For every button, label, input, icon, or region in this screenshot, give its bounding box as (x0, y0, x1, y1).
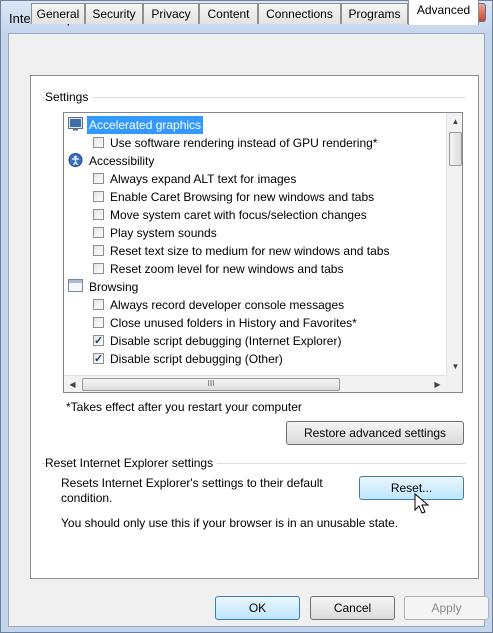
tree-checkbox-record-console-messages[interactable]: Always record developer console messages (68, 296, 346, 314)
tab-connections[interactable]: Connections (258, 3, 341, 24)
tree-label: Move system caret with focus/selection c… (110, 208, 367, 222)
accessibility-icon (68, 153, 83, 167)
tree-checkbox-reset-text-size[interactable]: Reset text size to medium for new window… (68, 242, 391, 260)
tab-general[interactable]: General (31, 3, 85, 24)
tree-checkbox-disable-script-debugging-other[interactable]: Disable script debugging (Other) (68, 350, 285, 368)
tab-security[interactable]: Security (85, 3, 143, 24)
tree-label: Reset text size to medium for new window… (110, 244, 390, 258)
checkbox[interactable] (93, 209, 104, 220)
display-icon (68, 117, 83, 131)
apply-button[interactable]: Apply (404, 596, 489, 620)
tree-checkbox-play-system-sounds[interactable]: Play system sounds (68, 224, 219, 242)
checkbox[interactable] (93, 317, 104, 328)
scroll-up-icon[interactable]: ▲ (447, 113, 462, 130)
checkbox[interactable] (93, 299, 104, 310)
browsing-icon (68, 279, 83, 292)
tree-label: Reset zoom level for new windows and tab… (110, 262, 344, 276)
scroll-right-icon[interactable]: ▶ (429, 376, 446, 392)
settings-group-line (41, 97, 466, 98)
tab-advanced[interactable]: Advanced (408, 0, 479, 25)
tree-checkbox-software-rendering[interactable]: Use software rendering instead of GPU re… (68, 134, 379, 152)
horizontal-scrollbar[interactable]: ◀ III ▶ (64, 375, 446, 392)
scroll-left-icon[interactable]: ◀ (64, 376, 81, 392)
settings-tree[interactable]: Accelerated graphics Use software render… (63, 112, 463, 393)
reset-description-line1: Resets Internet Explorer's settings to t… (61, 476, 323, 490)
vertical-scrollbar[interactable]: ▲ ▼ (446, 113, 462, 375)
tree-category-accessibility[interactable]: Accessibility (68, 152, 156, 170)
tree-checkbox-move-system-caret[interactable]: Move system caret with focus/selection c… (68, 206, 369, 224)
tree-checkbox-disable-script-debugging-ie[interactable]: Disable script debugging (Internet Explo… (68, 332, 343, 350)
checkbox-checked[interactable] (93, 350, 104, 368)
checkbox[interactable] (93, 173, 104, 184)
reset-group-label: Reset Internet Explorer settings (45, 456, 218, 470)
reset-warning: You should only use this if your browser… (61, 516, 399, 530)
tab-content[interactable]: Content (199, 3, 258, 24)
reset-description-line2: condition. (61, 491, 113, 505)
tree-category-accelerated-graphics[interactable]: Accelerated graphics (68, 116, 204, 134)
checkbox[interactable] (93, 227, 104, 238)
tree-label: Accelerated graphics (87, 116, 204, 134)
settings-group-label: Settings (45, 90, 93, 104)
tree-label: Enable Caret Browsing for new windows an… (110, 190, 375, 204)
tree-label: Close unused folders in History and Favo… (110, 316, 357, 330)
tree-label: Use software rendering instead of GPU re… (110, 136, 378, 150)
vertical-scroll-thumb[interactable] (449, 132, 462, 166)
horizontal-scroll-thumb[interactable]: III (82, 378, 340, 391)
tree-category-browsing[interactable]: Browsing (68, 278, 140, 296)
checkbox[interactable] (93, 263, 104, 274)
checkbox[interactable] (93, 245, 104, 256)
tree-label: Always expand ALT text for images (110, 172, 297, 186)
restart-footnote: *Takes effect after you restart your com… (66, 400, 302, 414)
tab-programs[interactable]: Programs (341, 3, 408, 24)
mouse-cursor-icon (414, 493, 430, 514)
scroll-grip: III (207, 379, 215, 388)
cancel-button[interactable]: Cancel (310, 596, 395, 620)
reset-button[interactable]: Reset... (359, 476, 464, 500)
tree-label: Disable script debugging (Internet Explo… (110, 334, 342, 348)
scroll-down-icon[interactable]: ▼ (447, 358, 462, 375)
restore-advanced-settings-button[interactable]: Restore advanced settings (286, 421, 464, 445)
scrollbar-corner (446, 375, 462, 392)
tree-label: Always record developer console messages (110, 298, 345, 312)
tree-label: Disable script debugging (Other) (110, 352, 283, 366)
tree-checkbox-expand-alt-text[interactable]: Always expand ALT text for images (68, 170, 298, 188)
checkbox-checked[interactable] (93, 332, 104, 350)
tree-checkbox-reset-zoom-level[interactable]: Reset zoom level for new windows and tab… (68, 260, 345, 278)
checkbox[interactable] (93, 191, 104, 202)
tree-label: Accessibility (89, 154, 155, 168)
tree-checkbox-close-unused-folders[interactable]: Close unused folders in History and Favo… (68, 314, 359, 332)
ok-button[interactable]: OK (215, 596, 300, 620)
checkbox[interactable] (93, 137, 104, 148)
internet-options-dialog: Internet Options ? X General Security Pr… (0, 0, 493, 633)
tree-label: Browsing (89, 280, 139, 294)
tree-label: Play system sounds (110, 226, 217, 240)
tab-privacy[interactable]: Privacy (143, 3, 199, 24)
tree-checkbox-caret-browsing[interactable]: Enable Caret Browsing for new windows an… (68, 188, 376, 206)
